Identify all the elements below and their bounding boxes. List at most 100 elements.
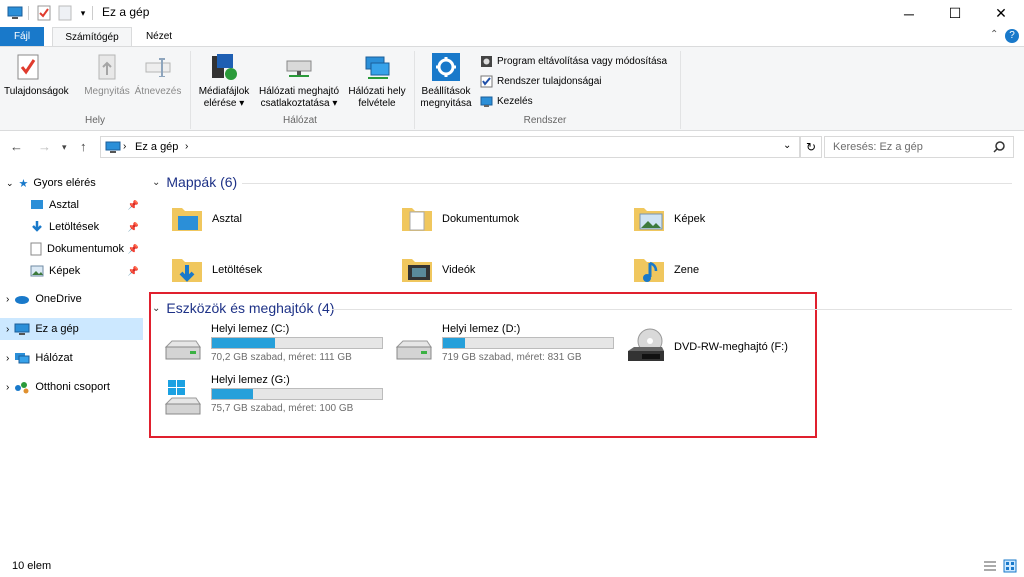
- search-icon[interactable]: [993, 141, 1005, 153]
- sidebar-item-network[interactable]: › Hálózat: [6, 347, 73, 369]
- search-box[interactable]: Keresés: Ez a gép: [824, 136, 1014, 158]
- maximize-button[interactable]: ☐: [932, 0, 978, 27]
- uninstall-label: Program eltávolítása vagy módosítása: [497, 56, 668, 67]
- uninstall-program-button[interactable]: Program eltávolítása vagy módosítása: [480, 55, 667, 68]
- drive-usage-bar: [211, 337, 383, 349]
- chevron-right-icon[interactable]: ›: [6, 294, 9, 305]
- group-label-help: Hely: [84, 115, 105, 126]
- sidebar-item-label: Gyors elérés: [33, 177, 96, 189]
- breadcrumb-this-pc[interactable]: Ez a gép: [135, 141, 178, 153]
- usage-fill: [443, 338, 466, 348]
- sidebar-item-label: Otthoni csoport: [35, 381, 110, 393]
- group-label-network: Hálózat: [283, 115, 317, 126]
- folder-pictures[interactable]: Képek: [632, 199, 705, 239]
- folder-label: Videók: [442, 264, 476, 276]
- sidebar-item-label: Dokumentumok: [47, 243, 125, 255]
- open-settings-button[interactable]: Beállítások megnyitása: [418, 51, 474, 110]
- chevron-right-icon[interactable]: ›: [6, 382, 9, 393]
- drive-c[interactable]: Helyi lemez (C:) 70,2 GB szabad, méret: …: [162, 323, 392, 369]
- recent-locations-icon[interactable]: ▾: [62, 142, 67, 153]
- sidebar-item-quick-access[interactable]: ⌄ ★ Gyors elérés: [6, 172, 96, 194]
- sidebar-item-homegroup[interactable]: › Otthoni csoport: [6, 376, 110, 398]
- tab-computer[interactable]: Számítógép: [52, 27, 132, 47]
- back-arrow-icon[interactable]: ←: [10, 139, 23, 154]
- address-bar[interactable]: › Ez a gép › ⌄: [100, 136, 800, 158]
- drive-d[interactable]: Helyi lemez (D:) 719 GB szabad, méret: 8…: [393, 323, 623, 369]
- rename-button[interactable]: Átnevezés: [132, 51, 184, 98]
- status-bar: 10 elem: [0, 556, 1024, 577]
- devices-section-header[interactable]: ⌄ Eszközök és meghajtók (4): [152, 300, 334, 316]
- properties-button[interactable]: Tulajdonságok: [4, 51, 69, 98]
- sidebar-item-label: OneDrive: [35, 293, 82, 305]
- details-view-icon[interactable]: [983, 560, 997, 572]
- close-button[interactable]: ✕: [978, 0, 1024, 27]
- pin-icon[interactable]: 📌: [128, 200, 139, 211]
- tab-file[interactable]: Fájl: [0, 27, 44, 46]
- downloads-folder-icon: [172, 259, 202, 282]
- tiles-view-icon[interactable]: [1003, 559, 1017, 573]
- drive-free-space: 75,7 GB szabad, méret: 100 GB: [211, 403, 354, 414]
- collapse-ribbon-icon[interactable]: ⌃: [990, 29, 998, 40]
- sidebar-item-documents[interactable]: Dokumentumok 📌: [30, 238, 145, 260]
- chevron-down-icon[interactable]: ⌄: [6, 178, 14, 189]
- chevron-right-icon[interactable]: ›: [185, 141, 188, 152]
- folder-documents[interactable]: Dokumentumok: [400, 199, 519, 239]
- properties-label: Tulajdonságok: [4, 86, 69, 97]
- search-input[interactable]: Keresés: Ez a gép: [833, 141, 923, 153]
- network-drive-icon: [283, 51, 315, 83]
- sidebar-item-downloads[interactable]: Letöltések 📌: [30, 216, 145, 238]
- desktop-folder-icon: [172, 208, 202, 231]
- open-button[interactable]: Megnyitás: [80, 51, 134, 98]
- new-folder-quick-icon[interactable]: [56, 4, 74, 22]
- chevron-down-icon[interactable]: ⌄: [783, 140, 791, 151]
- chevron-down-icon[interactable]: ⌄: [152, 303, 160, 314]
- netdrive-label-line1: Hálózati meghajtó: [258, 86, 340, 97]
- media-access-button[interactable]: Médiafájlok elérése ▾: [196, 51, 252, 110]
- sidebar-item-label: Asztal: [49, 199, 79, 211]
- help-icon[interactable]: ?: [1005, 29, 1019, 43]
- sidebar-item-pictures[interactable]: Képek 📌: [30, 260, 145, 282]
- rename-icon: [142, 51, 174, 83]
- sidebar-item-label: Ez a gép: [35, 323, 79, 335]
- folder-label: Letöltések: [212, 264, 263, 276]
- chevron-down-icon[interactable]: ⌄: [152, 177, 160, 188]
- refresh-button[interactable]: ↻: [800, 136, 822, 158]
- chevron-right-icon[interactable]: ›: [6, 324, 9, 335]
- folder-videos[interactable]: Videók: [400, 250, 475, 290]
- section-title: Eszközök és meghajtók (4): [166, 300, 335, 316]
- properties-quick-icon[interactable]: [35, 4, 53, 22]
- up-arrow-icon[interactable]: ↑: [80, 139, 87, 154]
- pin-icon[interactable]: 📌: [128, 266, 139, 277]
- homegroup-icon: [15, 381, 29, 393]
- sidebar-item-desktop[interactable]: Asztal 📌: [30, 194, 145, 216]
- add-network-location-button[interactable]: Hálózati hely felvétele: [344, 51, 410, 110]
- sidebar-item-onedrive[interactable]: › OneDrive: [6, 288, 82, 310]
- folder-desktop[interactable]: Asztal: [170, 199, 242, 239]
- folders-section-header[interactable]: ⌄ Mappák (6): [152, 174, 237, 190]
- pin-icon[interactable]: 📌: [128, 244, 139, 255]
- folder-label: Dokumentumok: [442, 213, 520, 225]
- folder-music[interactable]: Zene: [632, 250, 699, 290]
- chevron-right-icon[interactable]: ›: [123, 141, 126, 152]
- minimize-button[interactable]: ─: [886, 0, 932, 27]
- quick-access-dropdown-icon[interactable]: ▾: [74, 4, 92, 22]
- computer-icon: [105, 141, 121, 153]
- computer-icon[interactable]: [6, 4, 24, 22]
- pin-icon[interactable]: 📌: [128, 222, 139, 233]
- drive-f-dvd[interactable]: DVD-RW-meghajtó (F:): [626, 323, 856, 369]
- drive-g[interactable]: Helyi lemez (G:) 75,7 GB szabad, méret: …: [162, 374, 392, 420]
- sidebar-item-this-pc[interactable]: › Ez a gép: [6, 318, 79, 340]
- desktop-icon: [31, 200, 43, 209]
- map-network-drive-button[interactable]: Hálózati meghajtó csatlakoztatása ▾: [254, 51, 344, 110]
- drive-label: Helyi lemez (C:): [211, 323, 290, 335]
- drive-label: Helyi lemez (G:): [211, 374, 290, 386]
- tab-view[interactable]: Nézet: [136, 27, 182, 46]
- open-icon: [91, 51, 123, 83]
- manage-button[interactable]: Kezelés: [480, 95, 533, 108]
- chevron-right-icon[interactable]: ›: [6, 353, 9, 364]
- window-title: Ez a gép: [102, 5, 150, 19]
- folder-downloads[interactable]: Letöltések: [170, 250, 262, 290]
- system-properties-button[interactable]: Rendszer tulajdonságai: [480, 75, 602, 88]
- divider: [332, 309, 1012, 310]
- forward-arrow-icon[interactable]: →: [38, 139, 51, 154]
